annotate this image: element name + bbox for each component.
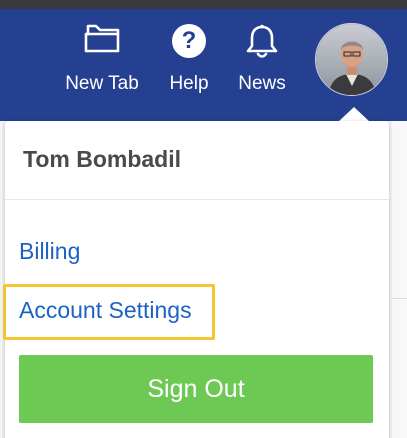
dropdown-caret xyxy=(338,107,370,122)
new-tab-label: New Tab xyxy=(65,73,139,94)
avatar-photo xyxy=(316,24,387,95)
sign-out-button[interactable]: Sign Out xyxy=(19,355,373,423)
user-name: Tom Bombadil xyxy=(23,146,182,172)
page-divider xyxy=(392,298,407,299)
account-dropdown-menu: Tom Bombadil Billing Account Settings Si… xyxy=(3,121,389,438)
new-tab-button[interactable]: New Tab xyxy=(62,24,142,98)
help-label: Help xyxy=(169,73,209,94)
folder-tab-icon xyxy=(83,24,121,64)
user-avatar[interactable] xyxy=(315,23,388,96)
news-label: News xyxy=(238,73,286,94)
page-side-area xyxy=(392,121,407,438)
screen: New Tab ? Help News Tom Bombadil Billing… xyxy=(0,0,407,438)
news-button[interactable]: News xyxy=(222,24,302,98)
browser-top-strip xyxy=(0,0,407,9)
bell-icon xyxy=(245,24,279,64)
help-button[interactable]: ? Help xyxy=(149,24,229,98)
help-circle-icon: ? xyxy=(172,24,206,64)
menu-divider xyxy=(5,199,389,200)
billing-link[interactable]: Billing xyxy=(19,238,80,265)
account-settings-link[interactable]: Account Settings xyxy=(19,297,192,324)
